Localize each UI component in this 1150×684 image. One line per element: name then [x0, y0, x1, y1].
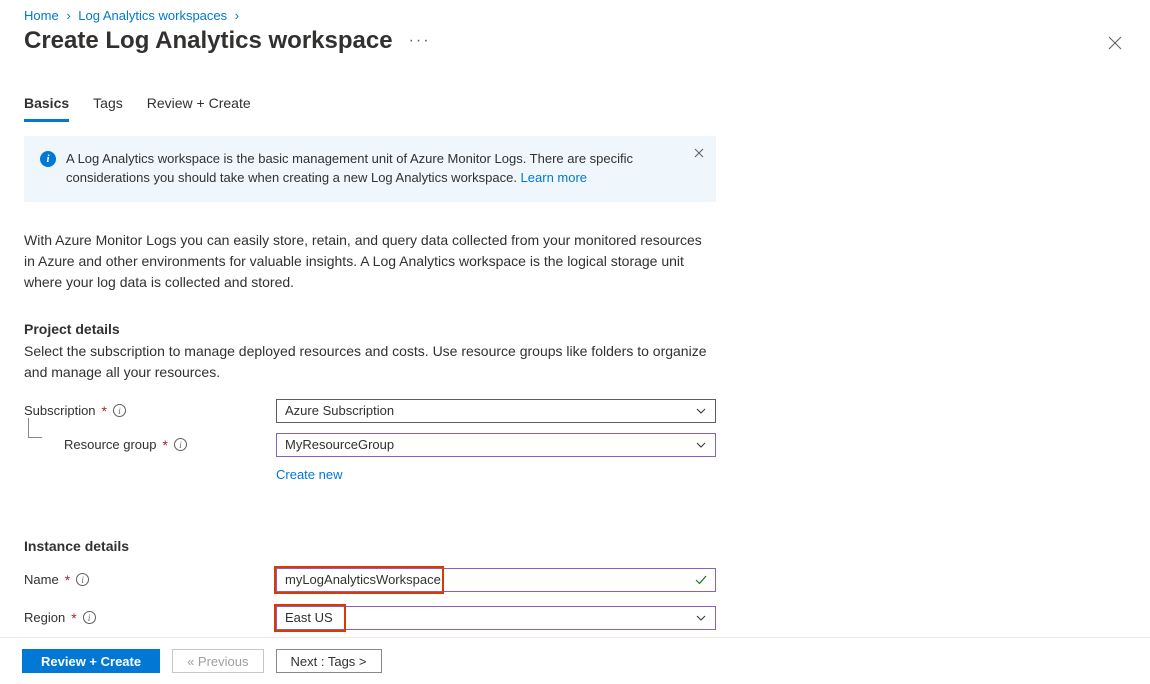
subscription-value: Azure Subscription	[285, 403, 394, 418]
info-icon[interactable]: i	[76, 573, 89, 586]
close-button[interactable]	[1108, 36, 1122, 53]
dismiss-banner-button[interactable]	[694, 146, 704, 161]
subscription-select[interactable]: Azure Subscription	[276, 399, 716, 423]
resource-group-value: MyResourceGroup	[285, 437, 394, 452]
chevron-down-icon	[695, 405, 707, 420]
name-value: myLogAnalyticsWorkspace	[285, 572, 441, 587]
check-icon	[694, 573, 708, 590]
region-value: East US	[285, 610, 333, 625]
region-label: Region	[24, 610, 65, 625]
info-banner-text: A Log Analytics workspace is the basic m…	[66, 150, 676, 188]
tabs: Basics Tags Review + Create	[0, 63, 1150, 122]
resource-group-label: Resource group	[64, 437, 157, 452]
name-input[interactable]: myLogAnalyticsWorkspace	[276, 568, 716, 592]
required-icon: *	[163, 437, 168, 453]
tab-review[interactable]: Review + Create	[147, 95, 251, 122]
info-icon: i	[40, 151, 56, 167]
chevron-down-icon	[695, 439, 707, 454]
tab-tags[interactable]: Tags	[93, 95, 123, 122]
subscription-label: Subscription	[24, 403, 96, 418]
required-icon: *	[102, 403, 107, 419]
breadcrumb-workspaces[interactable]: Log Analytics workspaces	[78, 8, 227, 23]
chevron-down-icon	[695, 612, 707, 627]
info-icon[interactable]: i	[113, 404, 126, 417]
review-create-button[interactable]: Review + Create	[22, 649, 160, 673]
breadcrumb-home[interactable]: Home	[24, 8, 59, 23]
connector-line	[28, 418, 42, 438]
previous-button: « Previous	[172, 649, 263, 673]
project-details-sub: Select the subscription to manage deploy…	[24, 341, 716, 383]
create-new-link[interactable]: Create new	[276, 467, 342, 482]
info-icon[interactable]: i	[174, 438, 187, 451]
breadcrumb: Home › Log Analytics workspaces ›	[0, 0, 1150, 23]
region-select[interactable]: East US	[276, 606, 716, 630]
learn-more-link[interactable]: Learn more	[521, 170, 587, 185]
resource-group-select[interactable]: MyResourceGroup	[276, 433, 716, 457]
info-banner: i A Log Analytics workspace is the basic…	[24, 136, 716, 202]
tab-basics[interactable]: Basics	[24, 95, 69, 122]
more-menu-button[interactable]: ···	[409, 32, 431, 50]
required-icon: *	[65, 572, 70, 588]
project-details-heading: Project details	[24, 321, 716, 337]
instance-details-heading: Instance details	[24, 538, 716, 554]
info-icon[interactable]: i	[83, 611, 96, 624]
footer-bar: Review + Create « Previous Next : Tags >	[0, 637, 1150, 684]
chevron-right-icon: ›	[66, 8, 70, 23]
name-label: Name	[24, 572, 59, 587]
page-title: Create Log Analytics workspace	[24, 27, 393, 55]
chevron-right-icon: ›	[235, 8, 239, 23]
description-text: With Azure Monitor Logs you can easily s…	[24, 230, 716, 293]
next-button[interactable]: Next : Tags >	[276, 649, 382, 673]
required-icon: *	[71, 610, 76, 626]
